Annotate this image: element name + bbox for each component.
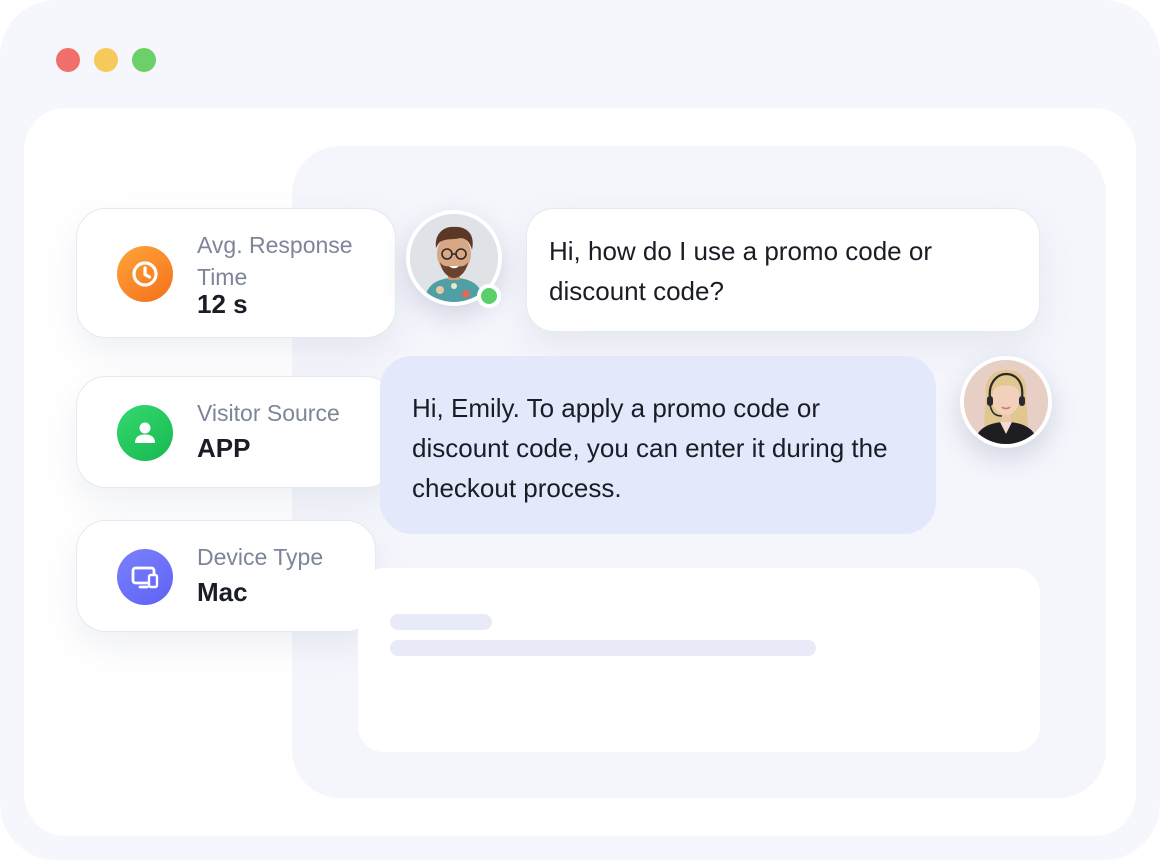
window-minimize-button[interactable] [94, 48, 118, 72]
visitor-message-bubble: Hi, how do I use a promo code or discoun… [526, 208, 1040, 332]
stat-label: Visitor Source [197, 400, 340, 426]
stat-value: Mac [197, 577, 248, 607]
devices-icon [117, 549, 173, 605]
stat-card-visitor-source: Visitor Source APP [76, 376, 396, 488]
stat-label: Device Type [197, 544, 324, 570]
stat-value: APP [197, 433, 251, 463]
message-composer[interactable] [358, 568, 1040, 752]
stat-label: Avg. Response Time [197, 232, 353, 290]
window-maximize-button[interactable] [132, 48, 156, 72]
app-window: Avg. Response Time 12 s Visitor Source A… [0, 0, 1160, 860]
stat-card-response-time: Avg. Response Time 12 s [76, 208, 396, 338]
stat-card-device-type: Device Type Mac [76, 520, 376, 632]
agent-avatar[interactable] [960, 356, 1052, 448]
skeleton-line [390, 614, 492, 630]
skeleton-line [390, 640, 816, 656]
stat-value: 12 s [197, 289, 248, 319]
clock-icon [117, 246, 173, 302]
user-icon [117, 405, 173, 461]
window-close-button[interactable] [56, 48, 80, 72]
agent-message-bubble: Hi, Emily. To apply a promo code or disc… [380, 356, 936, 534]
online-status-indicator [477, 284, 501, 308]
